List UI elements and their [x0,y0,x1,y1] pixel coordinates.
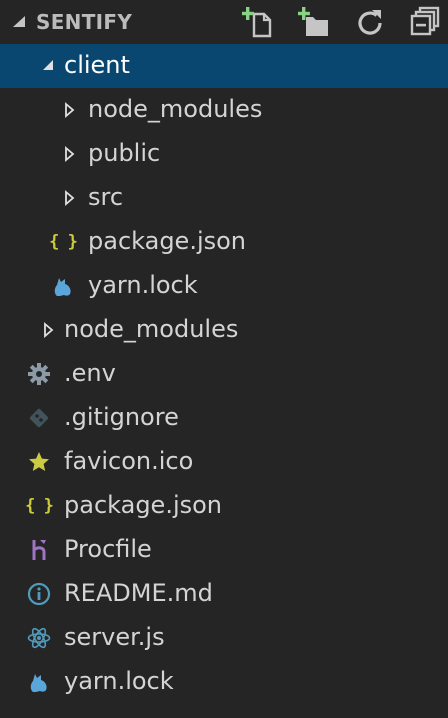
tree-item-label: package.json [88,227,247,255]
tree-item-label: favicon.ico [64,447,194,475]
heroku-icon [27,538,51,562]
tree-item-label: node_modules [64,315,239,343]
tree-item-label: server.js [64,623,165,651]
json-file-icon: { } [49,232,78,252]
collapse-all-icon[interactable] [408,6,444,38]
new-file-icon[interactable] [240,6,276,38]
tree-item-label: README.md [64,579,213,607]
file-explorer-panel: SENTIFY client node_modules public src {… [0,0,448,718]
yarn-icon [27,670,51,694]
tree-folder-row[interactable]: node_modules [0,88,448,132]
tree-file-row[interactable]: README.md [0,572,448,616]
tree-file-row[interactable]: Procfile [0,528,448,572]
tree-folder-row[interactable]: client [0,44,448,88]
workspace-title: SENTIFY [36,10,133,34]
tree-file-row[interactable]: .env [0,352,448,396]
react-icon [27,626,51,650]
chevron-right-icon [57,142,81,166]
file-tree: client node_modules public src{ } package.js… [0,44,448,704]
chevron-right-icon [57,98,81,122]
json-file-icon: { } [25,496,54,516]
gear-icon [27,362,51,386]
tree-item-label: yarn.lock [88,271,198,299]
explorer-section-header[interactable]: SENTIFY [0,0,448,44]
chevron-right-icon [57,186,81,210]
star-icon [27,450,51,474]
tree-item-label: public [88,139,161,167]
info-icon [27,582,51,606]
explorer-actions [240,6,444,38]
new-folder-icon[interactable] [296,6,332,38]
tree-item-label: src [88,183,124,211]
tree-item-label: .gitignore [64,403,179,431]
tree-item-label: Procfile [64,535,152,563]
tree-folder-row[interactable]: node_modules [0,308,448,352]
tree-folder-row[interactable]: src [0,176,448,220]
tree-folder-row[interactable]: public [0,132,448,176]
tree-file-row[interactable]: yarn.lock [0,660,448,704]
tree-item-label: yarn.lock [64,667,174,695]
chevron-down-icon[interactable] [10,13,28,31]
refresh-icon[interactable] [352,6,388,38]
tree-file-row[interactable]: server.js [0,616,448,660]
tree-file-row[interactable]: .gitignore [0,396,448,440]
tree-file-row[interactable]: favicon.ico [0,440,448,484]
git-icon [27,406,51,430]
tree-item-label: client [64,51,130,79]
yarn-icon [51,274,75,298]
tree-file-row[interactable]: yarn.lock [0,264,448,308]
chevron-down-icon [36,54,60,78]
tree-item-label: node_modules [88,95,263,123]
tree-file-row[interactable]: { } package.json [0,484,448,528]
tree-item-label: package.json [64,491,223,519]
chevron-right-icon [36,318,60,342]
tree-file-row[interactable]: { } package.json [0,220,448,264]
tree-item-label: .env [64,359,116,387]
